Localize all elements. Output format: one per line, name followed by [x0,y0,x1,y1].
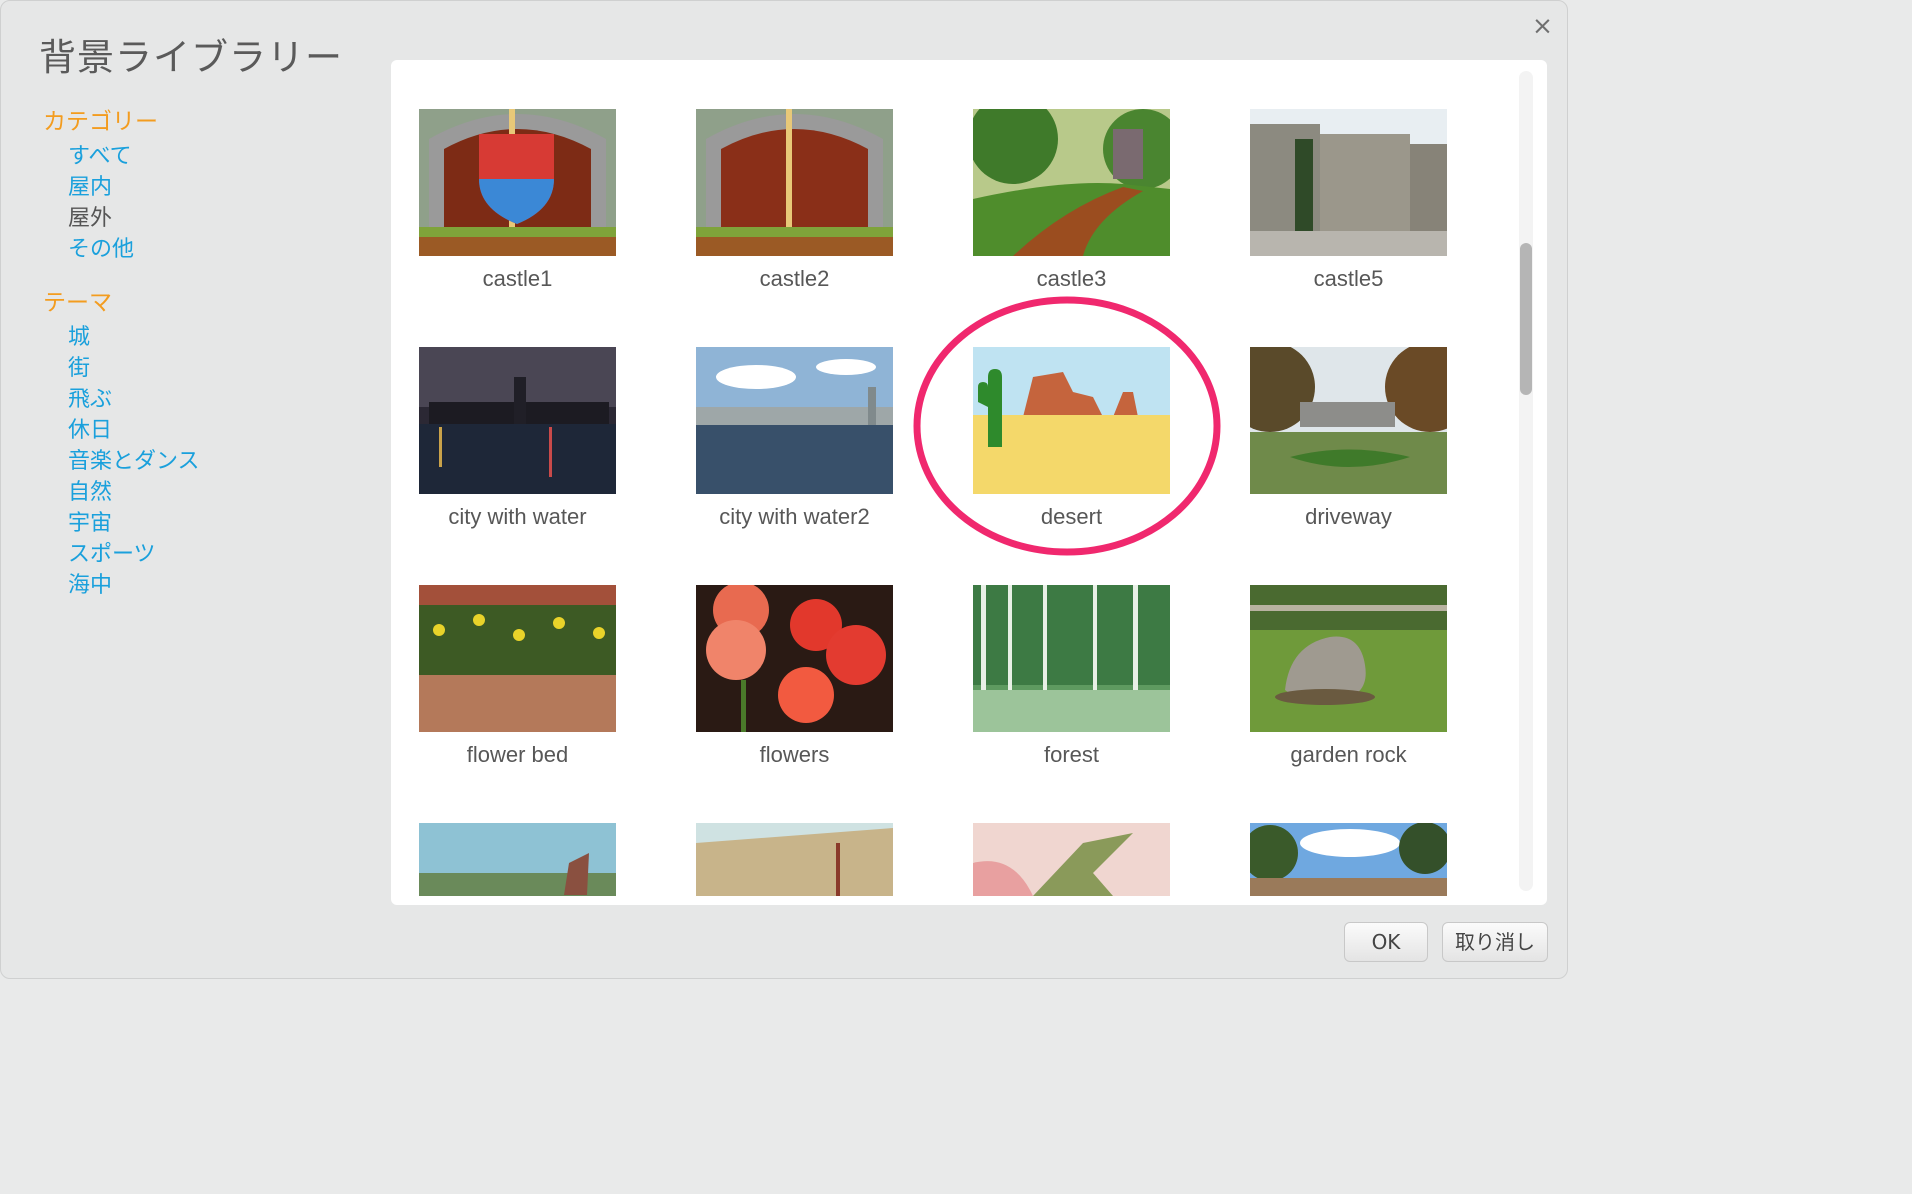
theme-holiday[interactable]: 休日 [68,412,112,444]
backdrop-tile-city-with-water[interactable]: city with water [419,347,616,537]
tile-label: city with water2 [719,504,870,529]
castle3-thumbnail [973,109,1170,256]
theme-header: テーマ [43,290,112,316]
tile-label: city with water [448,504,587,529]
flowers-thumbnail [696,585,893,732]
backdrop-thumbnail [419,823,616,896]
tile-label: driveway [1305,504,1392,529]
category-other[interactable]: その他 [68,231,134,263]
castle5-thumbnail [1250,109,1447,256]
theme-space[interactable]: 宇宙 [68,505,112,537]
desert-thumbnail [973,347,1170,494]
backdrop-tile-driveway[interactable]: driveway [1250,347,1447,537]
forest-thumbnail [973,585,1170,732]
theme-nature[interactable]: 自然 [68,474,112,506]
tile-label: castle5 [1313,266,1384,291]
tile-label: castle2 [759,266,830,291]
backdrop-tile-forest[interactable]: forest [973,585,1170,775]
tile-label: garden rock [1290,742,1407,767]
theme-flying[interactable]: 飛ぶ [68,381,112,413]
scrollbar-track[interactable] [1519,71,1533,891]
theme-sports[interactable]: スポーツ [68,536,156,568]
driveway-thumbnail [1250,347,1447,494]
theme-city[interactable]: 街 [68,350,90,382]
backdrop-library-dialog: 背景ライブラリー × カテゴリー すべて 屋内 屋外 その他 テーマ 城 街 飛… [0,0,1568,979]
dialog-title: 背景ライブラリー [39,36,343,79]
castle2-thumbnail [696,109,893,256]
backdrop-tile-castle5[interactable]: castle5 [1250,109,1447,299]
theme-castle[interactable]: 城 [68,319,90,351]
cancel-button[interactable]: 取り消し [1442,922,1548,962]
theme-underwater[interactable]: 海中 [68,567,112,599]
city-with-water2-thumbnail [696,347,893,494]
castle1-thumbnail [419,109,616,256]
tile-label: flower bed [466,742,569,767]
backdrop-thumbnail [696,823,893,896]
backdrop-tile-flowers[interactable]: flowers [696,585,893,775]
close-icon[interactable]: × [1532,11,1553,40]
backdrop-tile-castle2[interactable]: castle2 [696,109,893,299]
backdrop-tile[interactable] [419,823,616,896]
tile-label: castle1 [482,266,553,291]
backdrop-tile-castle1[interactable]: castle1 [419,109,616,299]
backdrop-tile[interactable] [973,823,1170,896]
city-with-water-thumbnail [419,347,616,494]
backdrop-tile[interactable] [696,823,893,896]
flower-bed-thumbnail [419,585,616,732]
backdrop-thumbnail [1250,823,1447,896]
backdrop-tile-garden-rock[interactable]: garden rock [1250,585,1447,775]
category-all[interactable]: すべて [68,138,132,170]
tile-label: flowers [759,742,830,767]
backdrop-tile-flower-bed[interactable]: flower bed [419,585,616,775]
tile-label: desert [1040,504,1103,529]
category-outdoors[interactable]: 屋外 [68,200,112,232]
backdrop-tile-city-with-water2[interactable]: city with water2 [696,347,893,537]
scrollbar-thumb[interactable] [1520,243,1532,395]
backdrop-tile[interactable] [1250,823,1447,896]
tile-label: castle3 [1036,266,1107,291]
garden-rock-thumbnail [1250,585,1447,732]
backdrop-tile-desert[interactable]: desert [973,347,1170,537]
backdrop-tile-castle3[interactable]: castle3 [973,109,1170,299]
category-header: カテゴリー [43,109,158,135]
category-indoors[interactable]: 屋内 [68,169,112,201]
ok-button[interactable]: OK [1344,922,1428,962]
tile-label: forest [1043,742,1100,767]
backdrop-thumbnail [973,823,1170,896]
theme-music-dance[interactable]: 音楽とダンス [68,443,200,475]
